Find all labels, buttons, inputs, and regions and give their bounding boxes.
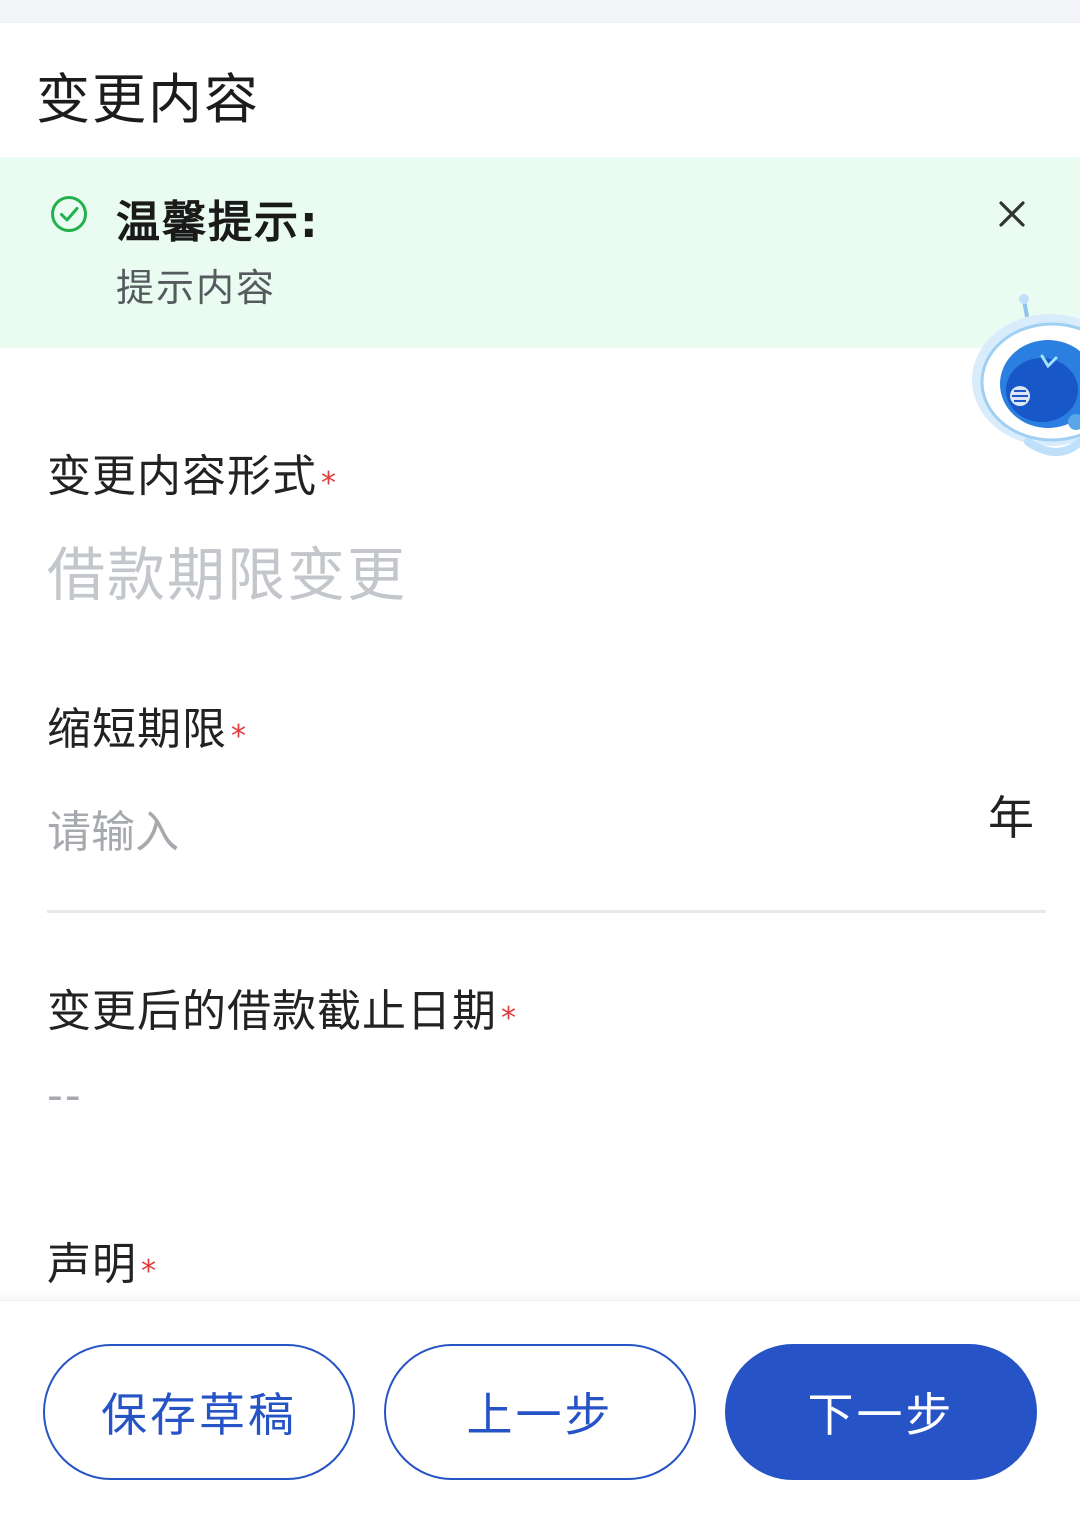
field-divider bbox=[47, 910, 1046, 913]
shorten-period-label-text: 缩短期限 bbox=[47, 704, 227, 755]
notice-body: 提示内容 bbox=[116, 266, 277, 310]
required-mark: * bbox=[321, 466, 337, 501]
close-icon[interactable] bbox=[994, 196, 1030, 232]
save-draft-button[interactable]: 保存草稿 bbox=[43, 1344, 355, 1480]
declaration-label: 声明 * bbox=[47, 1228, 157, 1292]
change-type-label: 变更内容形式 * bbox=[47, 440, 337, 504]
new-due-date-value: -- bbox=[47, 1070, 83, 1121]
notice-title: 温馨提示: bbox=[116, 197, 320, 248]
period-unit: 年 bbox=[988, 791, 1034, 845]
check-circle-icon bbox=[50, 195, 88, 233]
new-due-date-label: 变更后的借款截止日期 * bbox=[47, 975, 517, 1039]
new-due-date-label-text: 变更后的借款截止日期 bbox=[47, 986, 497, 1037]
previous-step-button[interactable]: 上一步 bbox=[384, 1344, 696, 1480]
required-mark: * bbox=[141, 1254, 157, 1289]
required-mark: * bbox=[501, 1001, 517, 1036]
required-mark: * bbox=[231, 719, 247, 754]
shorten-period-input[interactable] bbox=[47, 797, 947, 867]
change-type-label-text: 变更内容形式 bbox=[47, 451, 317, 502]
robot-assistant-icon[interactable] bbox=[968, 292, 1080, 472]
next-step-button[interactable]: 下一步 bbox=[725, 1344, 1037, 1480]
page-title: 变更内容 bbox=[36, 68, 260, 131]
declaration-label-text: 声明 bbox=[47, 1239, 137, 1290]
top-status-strip bbox=[0, 0, 1080, 23]
change-type-value: 借款期限变更 bbox=[47, 541, 408, 609]
shorten-period-label: 缩短期限 * bbox=[47, 693, 247, 757]
